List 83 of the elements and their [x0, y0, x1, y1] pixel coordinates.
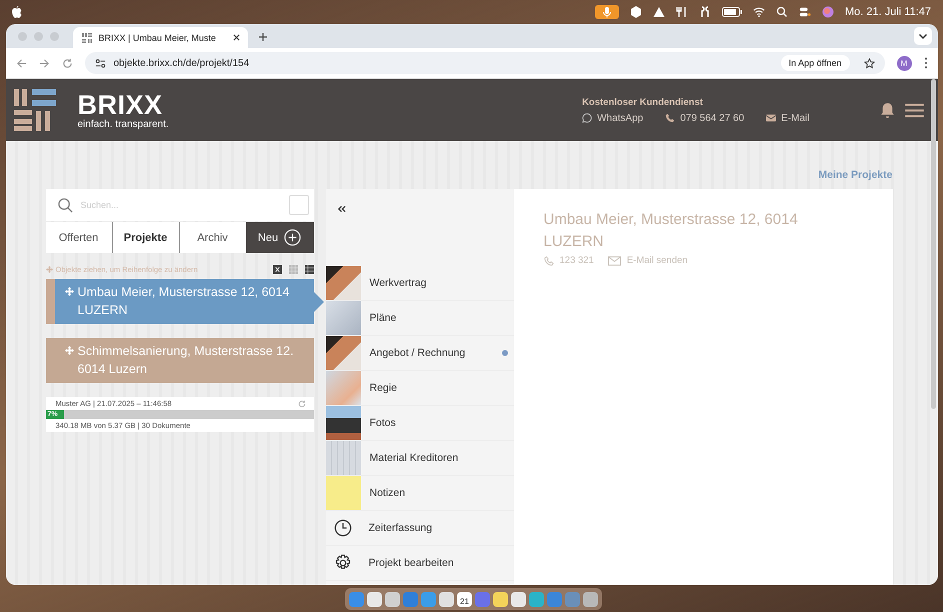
phone-icon	[544, 256, 554, 266]
new-button[interactable]: Neu	[246, 222, 314, 253]
filter-tab[interactable]: Projekte	[112, 222, 180, 253]
photo-placeholder	[326, 336, 360, 370]
scrollbar[interactable]	[930, 79, 936, 409]
calendar-app-icon[interactable]: 21	[457, 592, 472, 606]
site-settings-icon[interactable]	[94, 58, 106, 68]
back-icon[interactable]	[16, 58, 26, 68]
search-icon	[58, 198, 72, 212]
project-phone: 123 321	[560, 255, 594, 266]
menu-icon[interactable]	[904, 102, 924, 118]
more-icon[interactable]	[924, 57, 928, 69]
brixx-logo-icon[interactable]	[14, 89, 56, 131]
project-menu-item[interactable]: Notizen	[326, 476, 514, 511]
move-icon	[64, 346, 74, 355]
checkbox[interactable]	[288, 195, 308, 215]
brixx-favicon-icon	[80, 32, 92, 44]
support-title: Kostenloser Kundendienst	[582, 96, 704, 108]
photo-placeholder	[326, 406, 360, 440]
photo-placeholder	[326, 301, 360, 335]
window-zoom-dot[interactable]	[50, 32, 58, 40]
project-menu-item[interactable]: Fotos	[326, 406, 514, 441]
envelope-icon	[608, 256, 621, 266]
microphone-icon[interactable]	[594, 4, 619, 18]
wifi-icon[interactable]	[752, 6, 765, 18]
new-tab-icon[interactable]	[258, 32, 268, 42]
move-icon	[64, 287, 74, 296]
profile-avatar[interactable]: M	[896, 56, 912, 70]
project-menu-item[interactable]: Material Kreditoren	[326, 441, 514, 476]
mail-link[interactable]: E-Mail	[766, 112, 810, 124]
refresh-icon[interactable]	[298, 400, 306, 408]
tab-list-icon[interactable]	[914, 27, 932, 45]
project-title: Umbau Meier, Musterstrasse 12, 6014 LUZERN	[544, 210, 799, 252]
control-center-icon[interactable]	[798, 6, 811, 18]
clock-icon	[334, 519, 352, 537]
url-text: objekte.brixx.ch/de/projekt/154	[114, 58, 250, 68]
battery-icon[interactable]	[722, 6, 742, 16]
app-icon[interactable]	[439, 592, 454, 606]
envelope-icon	[766, 113, 776, 123]
sticky-note-thumbnail	[326, 476, 360, 510]
app-icon[interactable]	[511, 592, 526, 606]
settings-icon	[334, 554, 352, 572]
plus-circle-icon	[284, 229, 302, 246]
search-icon[interactable]	[776, 6, 788, 18]
app-icon[interactable]	[493, 592, 508, 606]
forward-icon[interactable]	[38, 58, 50, 68]
move-icon	[46, 266, 52, 273]
app-icon[interactable]	[583, 592, 598, 606]
chat-bubble-icon	[582, 113, 592, 123]
filter-tab[interactable]: Archiv	[180, 222, 246, 253]
photo-placeholder	[326, 441, 360, 475]
menubar-clock[interactable]: Mo. 21. Juli 11:47	[844, 6, 931, 18]
excel-export-icon[interactable]	[272, 265, 282, 274]
phone-link[interactable]: 079 564 27 60	[665, 112, 744, 124]
project-menu-item[interactable]: Werkvertrag	[326, 266, 514, 301]
app-icon[interactable]	[385, 592, 400, 606]
apple-icon[interactable]	[12, 6, 22, 18]
brand-tagline: einfach. transparent.	[78, 118, 169, 130]
browser-tab[interactable]: BRIXX | Umbau Meier, Muste	[72, 27, 248, 48]
window-minimize-dot[interactable]	[34, 32, 42, 40]
filter-tab[interactable]: Offerten	[46, 222, 112, 253]
photo-placeholder	[326, 371, 360, 405]
project-menu-item[interactable]: Projekt bearbeiten	[326, 546, 514, 581]
open-in-app-button[interactable]: In App öffnen	[780, 55, 850, 71]
project-menu-item[interactable]: Pläne	[326, 301, 514, 336]
brand-name[interactable]: BRIXX	[78, 90, 169, 118]
app-icon[interactable]	[367, 592, 382, 606]
phone-icon	[665, 113, 676, 123]
bookmark-star-icon[interactable]	[864, 58, 874, 68]
project-menu-item[interactable]: Angebot / Rechnung	[326, 336, 514, 371]
collapse-icon[interactable]	[336, 205, 346, 213]
list-view-icon[interactable]	[304, 265, 314, 274]
bell-icon[interactable]	[880, 102, 894, 118]
triangle-icon[interactable]	[652, 6, 665, 18]
address-field[interactable]: objekte.brixx.ch/de/projekt/154 In App öffnen	[84, 52, 884, 74]
whatsapp-link[interactable]: WhatsApp	[582, 112, 644, 124]
close-icon[interactable]	[232, 34, 240, 41]
window-close-dot[interactable]	[18, 32, 26, 40]
reload-icon[interactable]	[62, 58, 72, 68]
photo-placeholder	[326, 266, 360, 300]
fork-icon[interactable]	[676, 6, 688, 18]
project-menu-item[interactable]: Regie	[326, 371, 514, 406]
project-menu-item[interactable]: Zeiterfassung	[326, 511, 514, 546]
